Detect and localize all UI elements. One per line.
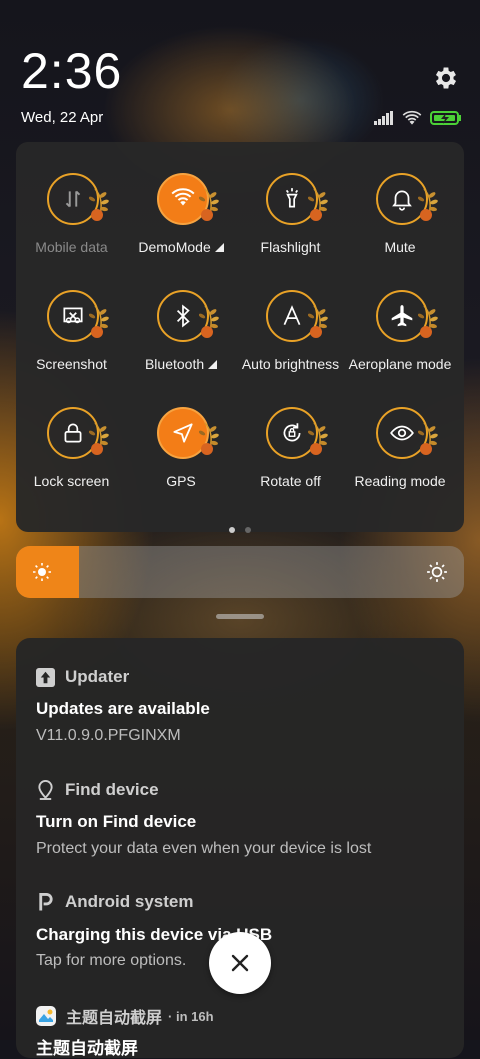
autumn-leaf-decoration-icon [198, 422, 219, 455]
close-icon [231, 954, 249, 972]
brightness-low-icon [33, 563, 51, 581]
quick-tile-label-text: Flashlight [260, 239, 321, 255]
autumn-leaf-decoration-icon [417, 305, 438, 338]
page-dot [245, 527, 251, 533]
quick-tile-label-text: Mute [384, 239, 416, 255]
page-dot [229, 527, 235, 533]
android-system-icon [39, 892, 53, 911]
notification-time-value: in 16h [175, 1008, 214, 1024]
settings-gear-icon[interactable] [432, 64, 460, 92]
quick-tile-label: Mute [346, 239, 455, 255]
status-icons [374, 110, 462, 126]
quick-tile-label: Auto brightness [236, 356, 345, 372]
quick-tile-label-text: GPS [166, 473, 196, 489]
notification-text[interactable]: Tap for more options. [36, 952, 186, 970]
notification-app-row[interactable]: Find device [36, 779, 159, 800]
notification-text[interactable]: V11.0.9.0.PFGINXM [36, 727, 181, 745]
notification-app-row[interactable]: Android system [36, 892, 193, 912]
flashlight-icon [285, 188, 299, 208]
quick-tile-label-text: Reading mode [354, 473, 446, 489]
quick-tile-label-text: DemoMode [138, 239, 211, 255]
lock-icon [64, 423, 82, 443]
theme-app-icon [36, 1006, 56, 1026]
clock-time: 2:36 [21, 43, 123, 99]
updater-icon [36, 667, 55, 687]
notification-list: Updater Updates are available V11.0.9.0.… [16, 638, 464, 1058]
quick-tile-label: Screenshot [17, 356, 126, 372]
page-indicator [16, 520, 464, 538]
quick-tile-label: Aeroplane mode [346, 356, 455, 372]
quick-tile-label: Rotate off [236, 473, 345, 489]
quick-tile-label-text: Mobile data [35, 239, 108, 255]
autumn-leaf-decoration-icon [89, 188, 109, 221]
autumn-leaf-decoration-icon [89, 305, 109, 338]
wifi-icon [170, 188, 195, 206]
quick-tile-label: DemoMode [127, 239, 236, 255]
autumn-leaf-decoration-icon [89, 422, 109, 455]
quick-tile-label: Mobile data [17, 239, 126, 255]
notification-app-name: Find device [65, 779, 159, 799]
notification-app-row[interactable]: 主题自动截屏 · in 16h [36, 1004, 214, 1028]
notification-app-name: Updater [65, 667, 130, 686]
screenshot-icon [63, 307, 83, 324]
quick-tile-label-text: Rotate off [260, 473, 321, 489]
quick-tile-label: Bluetooth [127, 356, 236, 372]
notification-title[interactable]: 主题自动截屏 [36, 1034, 138, 1059]
notification-app-row[interactable]: Updater [36, 667, 129, 687]
airplane-icon [391, 305, 412, 327]
auto-brightness-icon [283, 305, 301, 326]
autumn-leaf-decoration-icon [308, 188, 328, 221]
cell-signal-icon [374, 111, 393, 125]
autumn-leaf-decoration-icon [308, 305, 328, 338]
autumn-leaf-decoration-icon [198, 188, 219, 221]
notification-app-name: 主题自动截屏 [66, 1010, 163, 1027]
location-icon [172, 423, 193, 443]
autumn-leaf-decoration-icon [308, 422, 328, 455]
quick-tile-label-text: Lock screen [33, 473, 110, 489]
quick-settings-panel: Mobile data DemoMode Flashlight Mute Screen… [16, 142, 464, 533]
find-device-icon [38, 779, 53, 800]
brightness-high-icon [427, 562, 447, 582]
mobile-data-icon [65, 190, 81, 208]
notification-app-name: Android system [65, 892, 194, 911]
bell-icon [391, 190, 412, 211]
autumn-leaf-decoration-icon [417, 422, 438, 455]
quick-tile-label: Reading mode [346, 473, 455, 489]
battery-charging-icon [430, 111, 461, 125]
quick-tile-label-text: Bluetooth [144, 356, 205, 372]
expand-corner-icon [208, 360, 218, 369]
brightness-slider[interactable] [16, 546, 464, 598]
notification-text[interactable]: Protect your data even when your device … [36, 840, 371, 858]
eye-icon [389, 425, 414, 441]
quick-tile-label-text: Auto brightness [241, 356, 340, 372]
autumn-leaf-decoration-icon [198, 305, 219, 338]
quick-tile-label-text: Aeroplane mode [348, 356, 452, 372]
autumn-leaf-decoration-icon [417, 188, 438, 221]
clock-date: Wed, 22 Apr [21, 109, 104, 126]
wifi-status-icon [402, 110, 422, 125]
rotation-lock-icon [283, 423, 301, 442]
quick-tile-label: Flashlight [236, 239, 345, 255]
panel-drag-handle[interactable] [216, 614, 264, 619]
notification-title[interactable]: Turn on Find device [36, 812, 196, 832]
bluetooth-icon [176, 304, 190, 328]
quick-tile-label: GPS [127, 473, 236, 489]
expand-corner-icon [214, 243, 224, 252]
clear-notifications-button[interactable] [209, 932, 271, 994]
notification-title[interactable]: Updates are available [36, 699, 210, 719]
quick-tile-label-text: Screenshot [36, 356, 107, 372]
notification-time: · in 16h [168, 1008, 214, 1024]
quick-tile-label: Lock screen [17, 473, 126, 489]
